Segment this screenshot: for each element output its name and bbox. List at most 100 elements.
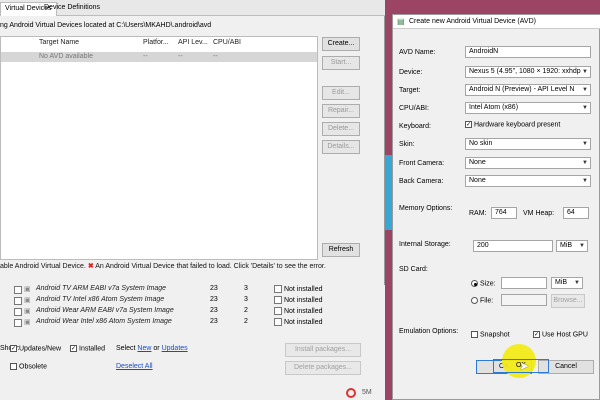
- package-icon: ▣: [24, 319, 31, 326]
- details-button[interactable]: Details...: [322, 140, 360, 154]
- col-platform: Platfor...: [143, 39, 169, 46]
- taskbar-text: 5M: [362, 389, 372, 396]
- checkbox-checked-icon: ✓: [533, 331, 540, 338]
- refresh-button[interactable]: Refresh: [322, 243, 360, 257]
- internal-storage-label: Internal Storage:: [399, 241, 451, 248]
- chevron-down-icon: ▼: [582, 69, 588, 75]
- sd-size-unit-select[interactable]: MiB ▼: [551, 277, 583, 289]
- avd-name-label: AVD Name:: [399, 49, 436, 56]
- chevron-down-icon: ▼: [582, 105, 588, 111]
- package-rev: 3: [244, 285, 248, 292]
- use-host-gpu-checkbox[interactable]: ✓ Use Host GPU: [533, 331, 588, 338]
- package-icon: ▣: [24, 308, 31, 315]
- legend-valid-text: able Android Virtual Device.: [0, 263, 86, 270]
- col-target-name: Target Name: [39, 39, 80, 46]
- table-row[interactable]: No AVD available -- -- --: [1, 52, 317, 62]
- sd-file-input[interactable]: [501, 294, 547, 306]
- back-camera-label: Back Camera:: [399, 178, 444, 185]
- checkbox-icon: [471, 331, 478, 338]
- browse-button[interactable]: Browse...: [551, 294, 585, 308]
- cpu-abi-select[interactable]: Intel Atom (x86) ▼: [465, 102, 591, 114]
- repair-button[interactable]: Repair...: [322, 104, 360, 118]
- package-api: 23: [210, 296, 218, 303]
- col-cpu-abi: CPU/ABI: [213, 39, 242, 46]
- row-cpu: --: [213, 53, 218, 60]
- deselect-all-link[interactable]: Deselect All: [116, 363, 153, 370]
- updates-new-toggle[interactable]: ✓ Updates/New: [10, 345, 61, 352]
- target-label: Target:: [399, 87, 421, 94]
- front-camera-select[interactable]: None ▼: [465, 157, 591, 169]
- start-button[interactable]: Start...: [322, 56, 360, 70]
- status-icon: [346, 388, 356, 398]
- installed-toggle[interactable]: ✓ Installed: [70, 345, 105, 352]
- ram-label: RAM:: [469, 210, 487, 217]
- obsolete-toggle[interactable]: Obsolete: [10, 363, 47, 370]
- keyboard-checkbox[interactable]: ✓ Hardware keyboard present: [465, 121, 560, 128]
- package-name: Android Wear ARM EABI v7a System Image: [36, 307, 174, 314]
- package-icon: ▣: [24, 297, 31, 304]
- package-name: Android TV Intel x86 Atom System Image: [36, 296, 165, 303]
- avd-name-input[interactable]: AndroidN: [465, 46, 591, 58]
- chevron-down-icon: ▼: [582, 160, 588, 166]
- storage-unit-select[interactable]: MiB ▼: [556, 240, 588, 252]
- package-api: 23: [210, 285, 218, 292]
- package-rev: 2: [244, 307, 248, 314]
- dialog-title: Create new Android Virtual Device (AVD): [409, 18, 536, 25]
- device-select[interactable]: Nexus 5 (4.95", 1080 × 1920: xxhdp ▼: [465, 66, 591, 78]
- package-rev: 3: [244, 296, 248, 303]
- avd-location-text: ng Android Virtual Devices located at C:…: [0, 22, 212, 29]
- col-api-level: API Lev...: [178, 39, 208, 46]
- package-checkbox[interactable]: [14, 297, 22, 305]
- emulation-options-label: Emulation Options:: [399, 328, 459, 335]
- file-radio[interactable]: File:: [471, 297, 493, 304]
- package-api: 23: [210, 307, 218, 314]
- target-select[interactable]: Android N (Preview) - API Level N ▼: [465, 84, 591, 96]
- chevron-down-icon: ▼: [582, 178, 588, 184]
- edit-button[interactable]: Edit...: [322, 86, 360, 100]
- sd-card-label: SD Card:: [399, 266, 428, 273]
- delete-packages-button[interactable]: Delete packages...: [285, 361, 361, 375]
- package-checkbox[interactable]: [14, 286, 22, 294]
- back-camera-select[interactable]: None ▼: [465, 175, 591, 187]
- row-platform: --: [143, 53, 148, 60]
- front-camera-label: Front Camera:: [399, 160, 445, 167]
- package-api: 23: [210, 318, 218, 325]
- legend-failed-text: An Android Virtual Device that failed to…: [95, 263, 326, 270]
- chevron-down-icon: ▼: [582, 141, 588, 147]
- select-new-link[interactable]: New: [137, 345, 151, 352]
- snapshot-checkbox[interactable]: Snapshot: [471, 331, 510, 338]
- checkbox-checked-icon: ✓: [465, 121, 472, 128]
- list-item[interactable]: ▣ Android TV ARM EABI v7a System Image 2…: [14, 285, 324, 296]
- vm-heap-input[interactable]: 64: [563, 207, 589, 219]
- keyboard-label: Keyboard:: [399, 123, 431, 130]
- package-name: Android TV ARM EABI v7a System Image: [36, 285, 167, 292]
- checkbox-checked-icon: ✓: [10, 345, 17, 352]
- row-target-name: No AVD available: [39, 53, 93, 60]
- install-packages-button[interactable]: Install packages...: [285, 343, 361, 357]
- skin-select[interactable]: No skin ▼: [465, 138, 591, 150]
- tab-bar: Virtual Devices Device Definitions: [0, 0, 385, 16]
- package-checkbox[interactable]: [14, 308, 22, 316]
- sd-size-input[interactable]: [501, 277, 547, 289]
- skin-label: Skin:: [399, 141, 415, 148]
- select-updates-link[interactable]: Updates: [162, 345, 188, 352]
- delete-button[interactable]: Delete...: [322, 122, 360, 136]
- create-avd-dialog: ▤ Create new Android Virtual Device (AVD…: [392, 14, 600, 400]
- tab-device-definitions[interactable]: Device Definitions: [40, 2, 104, 16]
- dialog-titlebar: ▤ Create new Android Virtual Device (AVD…: [393, 15, 600, 29]
- mouse-cursor-icon: ➤: [519, 359, 530, 373]
- create-button[interactable]: Create...: [322, 37, 360, 51]
- package-rev: 2: [244, 318, 248, 325]
- ram-input[interactable]: 764: [491, 207, 517, 219]
- size-radio[interactable]: Size:: [471, 280, 496, 287]
- list-item[interactable]: ▣ Android Wear ARM EABI v7a System Image…: [14, 307, 324, 318]
- device-label: Device:: [399, 69, 423, 76]
- memory-options-label: Memory Options:: [399, 205, 453, 212]
- package-checkbox[interactable]: [14, 319, 22, 327]
- list-item[interactable]: ▣ Android TV Intel x86 Atom System Image…: [14, 296, 324, 307]
- error-x-icon: ✖: [87, 263, 94, 270]
- package-status: Not installed: [274, 307, 322, 315]
- checkbox-checked-icon: ✓: [70, 345, 77, 352]
- storage-input[interactable]: 200: [473, 240, 553, 252]
- list-item[interactable]: ▣ Android Wear Intel x86 Atom System Ima…: [14, 318, 324, 329]
